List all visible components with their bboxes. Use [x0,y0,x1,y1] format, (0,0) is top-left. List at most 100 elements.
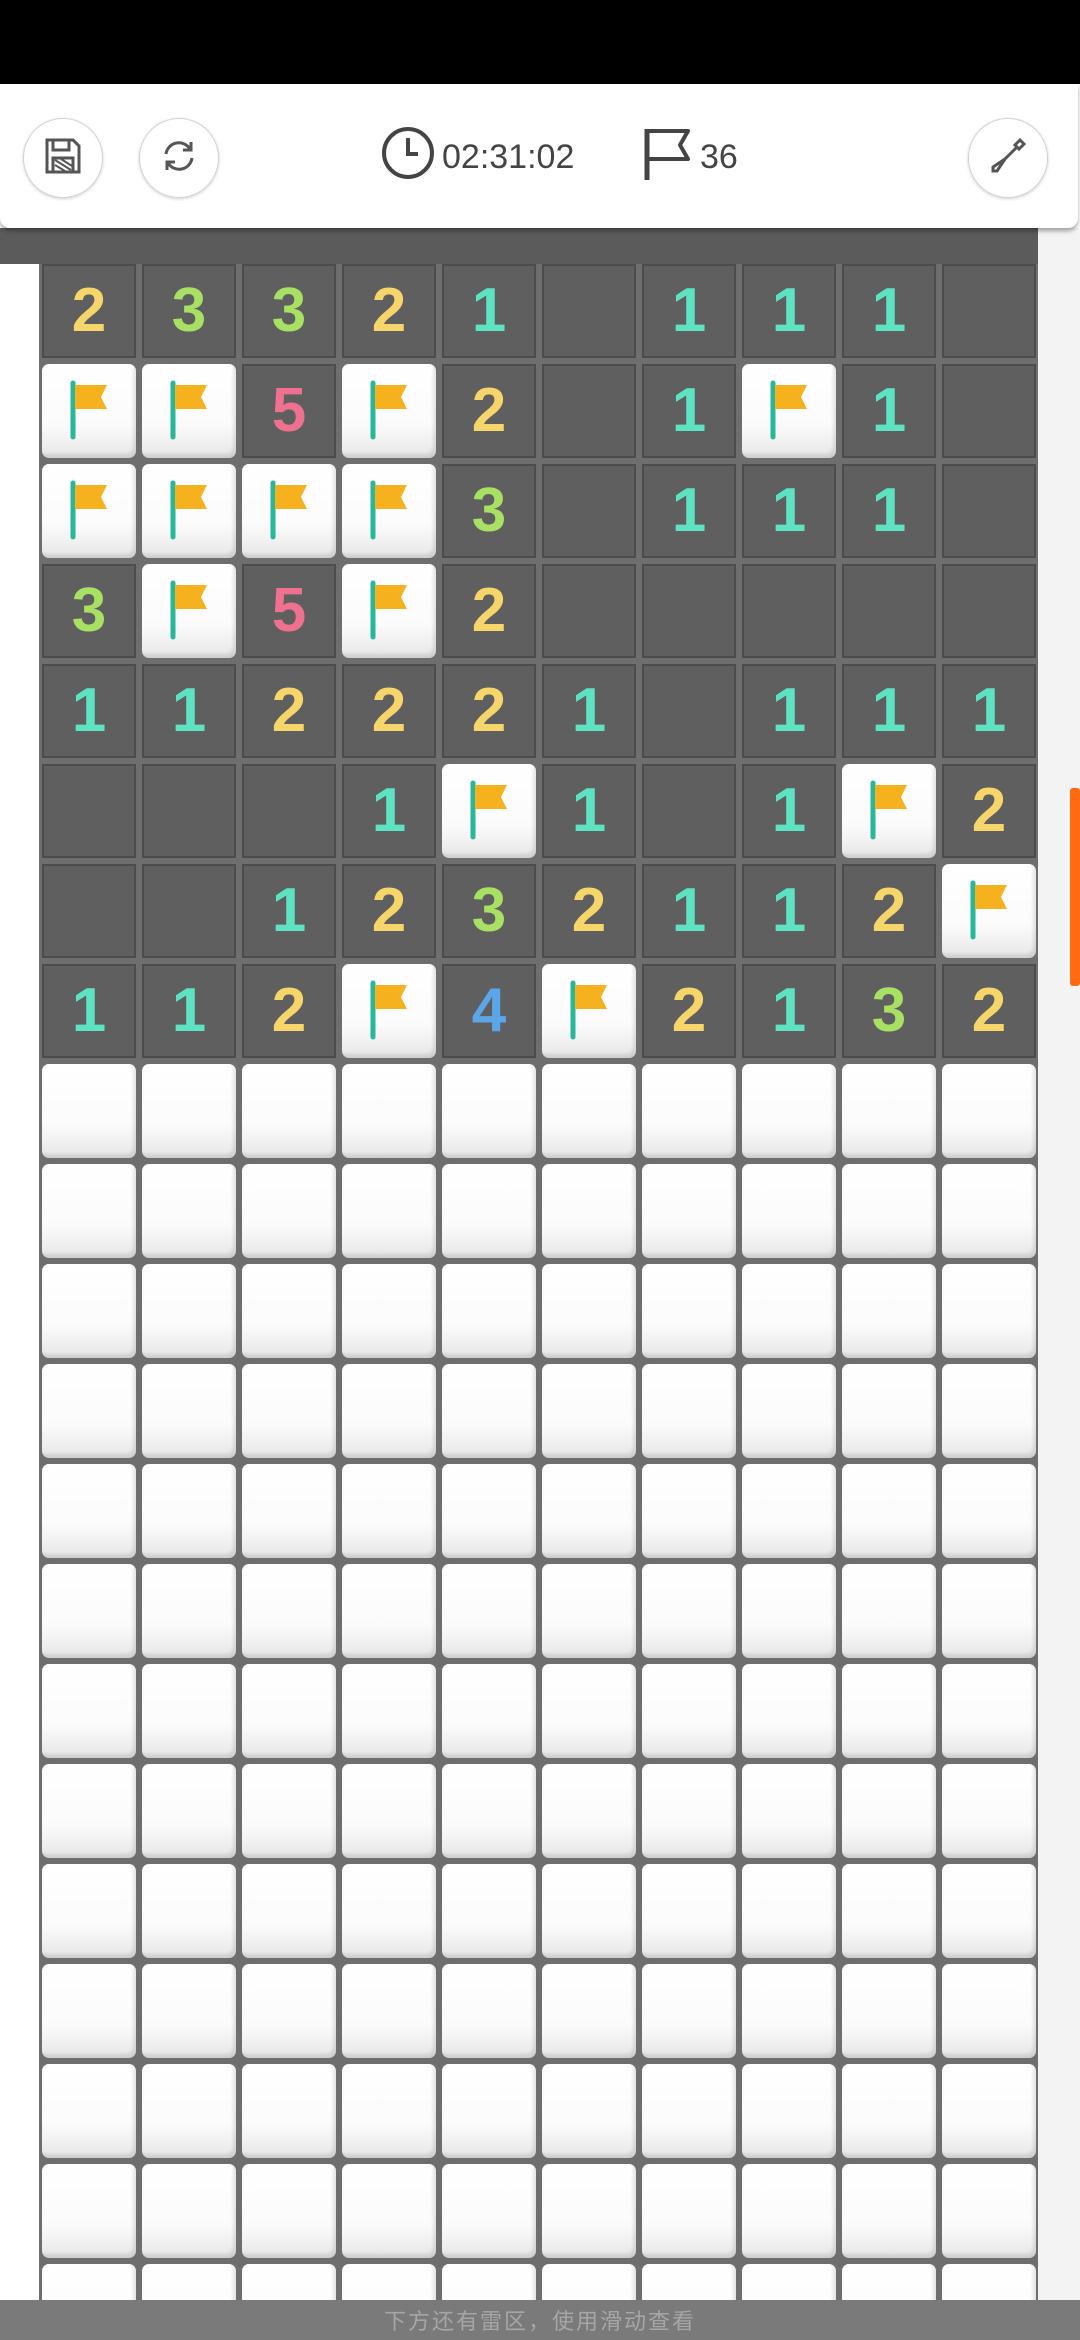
flagged-cell[interactable] [142,364,236,458]
hidden-cell[interactable] [842,2164,936,2258]
number-cell[interactable]: 1 [142,964,236,1058]
hidden-cell[interactable] [42,1964,136,2058]
empty-cell[interactable] [42,864,136,958]
hidden-cell[interactable] [642,1764,736,1858]
flagged-cell[interactable] [42,464,136,558]
number-cell[interactable]: 1 [42,664,136,758]
flagged-cell[interactable] [342,464,436,558]
hidden-cell[interactable] [842,1064,936,1158]
number-cell[interactable]: 1 [742,864,836,958]
hidden-cell[interactable] [242,1764,336,1858]
empty-cell[interactable] [642,564,736,658]
hidden-cell[interactable] [542,2064,636,2158]
number-cell[interactable]: 2 [242,664,336,758]
hidden-cell[interactable] [742,1464,836,1558]
hidden-cell[interactable] [142,2164,236,2258]
scroll-track[interactable] [1038,228,1080,2310]
hidden-cell[interactable] [542,1664,636,1758]
hidden-cell[interactable] [142,1264,236,1358]
empty-cell[interactable] [542,564,636,658]
number-cell[interactable]: 2 [642,964,736,1058]
hidden-cell[interactable] [42,1364,136,1458]
number-cell[interactable]: 5 [242,364,336,458]
hidden-cell[interactable] [742,1764,836,1858]
flagged-cell[interactable] [142,564,236,658]
hidden-cell[interactable] [242,1464,336,1558]
hidden-cell[interactable] [442,2064,536,2158]
hidden-cell[interactable] [442,1064,536,1158]
hidden-cell[interactable] [942,1464,1036,1558]
number-cell[interactable]: 2 [342,664,436,758]
empty-cell[interactable] [142,864,236,958]
empty-cell[interactable] [242,764,336,858]
hidden-cell[interactable] [42,2064,136,2158]
number-cell[interactable]: 1 [642,864,736,958]
hidden-cell[interactable] [742,1364,836,1458]
hidden-cell[interactable] [642,1064,736,1158]
empty-cell[interactable] [642,664,736,758]
hidden-cell[interactable] [42,1064,136,1158]
hidden-cell[interactable] [642,1864,736,1958]
hidden-cell[interactable] [642,1264,736,1358]
number-cell[interactable]: 1 [842,364,936,458]
hidden-cell[interactable] [142,1364,236,1458]
number-cell[interactable]: 1 [642,264,736,358]
hidden-cell[interactable] [342,1864,436,1958]
number-cell[interactable]: 2 [342,864,436,958]
hidden-cell[interactable] [842,1964,936,2058]
hidden-cell[interactable] [142,1464,236,1558]
hidden-cell[interactable] [942,1864,1036,1958]
hidden-cell[interactable] [342,2064,436,2158]
number-cell[interactable]: 3 [242,264,336,358]
empty-cell[interactable] [942,564,1036,658]
empty-cell[interactable] [142,764,236,858]
hidden-cell[interactable] [342,1464,436,1558]
number-cell[interactable]: 5 [242,564,336,658]
hidden-cell[interactable] [142,1164,236,1258]
number-cell[interactable]: 3 [42,564,136,658]
number-cell[interactable]: 1 [642,464,736,558]
hidden-cell[interactable] [842,1864,936,1958]
number-cell[interactable]: 1 [742,664,836,758]
hidden-cell[interactable] [342,1564,436,1658]
hidden-cell[interactable] [642,1564,736,1658]
number-cell[interactable]: 1 [942,664,1036,758]
flagged-cell[interactable] [342,564,436,658]
hidden-cell[interactable] [42,1864,136,1958]
hidden-cell[interactable] [642,2164,736,2258]
hidden-cell[interactable] [442,1464,536,1558]
hidden-cell[interactable] [442,1864,536,1958]
number-cell[interactable]: 2 [442,364,536,458]
empty-cell[interactable] [842,564,936,658]
number-cell[interactable]: 3 [442,864,536,958]
empty-cell[interactable] [542,464,636,558]
empty-cell[interactable] [542,364,636,458]
hidden-cell[interactable] [242,1264,336,1358]
number-cell[interactable]: 2 [542,864,636,958]
hidden-cell[interactable] [842,1764,936,1858]
hidden-cell[interactable] [142,1964,236,2058]
number-cell[interactable]: 3 [442,464,536,558]
hidden-cell[interactable] [942,1764,1036,1858]
number-cell[interactable]: 1 [342,764,436,858]
save-button[interactable] [23,118,103,198]
number-cell[interactable]: 2 [342,264,436,358]
hidden-cell[interactable] [42,2164,136,2258]
number-cell[interactable]: 1 [842,664,936,758]
number-cell[interactable]: 4 [442,964,536,1058]
flagged-cell[interactable] [342,364,436,458]
empty-cell[interactable] [42,764,136,858]
hidden-cell[interactable] [542,1464,636,1558]
hidden-cell[interactable] [742,1964,836,2058]
hidden-cell[interactable] [42,1764,136,1858]
hidden-cell[interactable] [342,1664,436,1758]
number-cell[interactable]: 1 [542,764,636,858]
hidden-cell[interactable] [242,2164,336,2258]
hidden-cell[interactable] [542,1764,636,1858]
hidden-cell[interactable] [342,1064,436,1158]
number-cell[interactable]: 1 [842,264,936,358]
number-cell[interactable]: 2 [442,664,536,758]
hidden-cell[interactable] [742,1864,836,1958]
hidden-cell[interactable] [742,1264,836,1358]
number-cell[interactable]: 1 [242,864,336,958]
